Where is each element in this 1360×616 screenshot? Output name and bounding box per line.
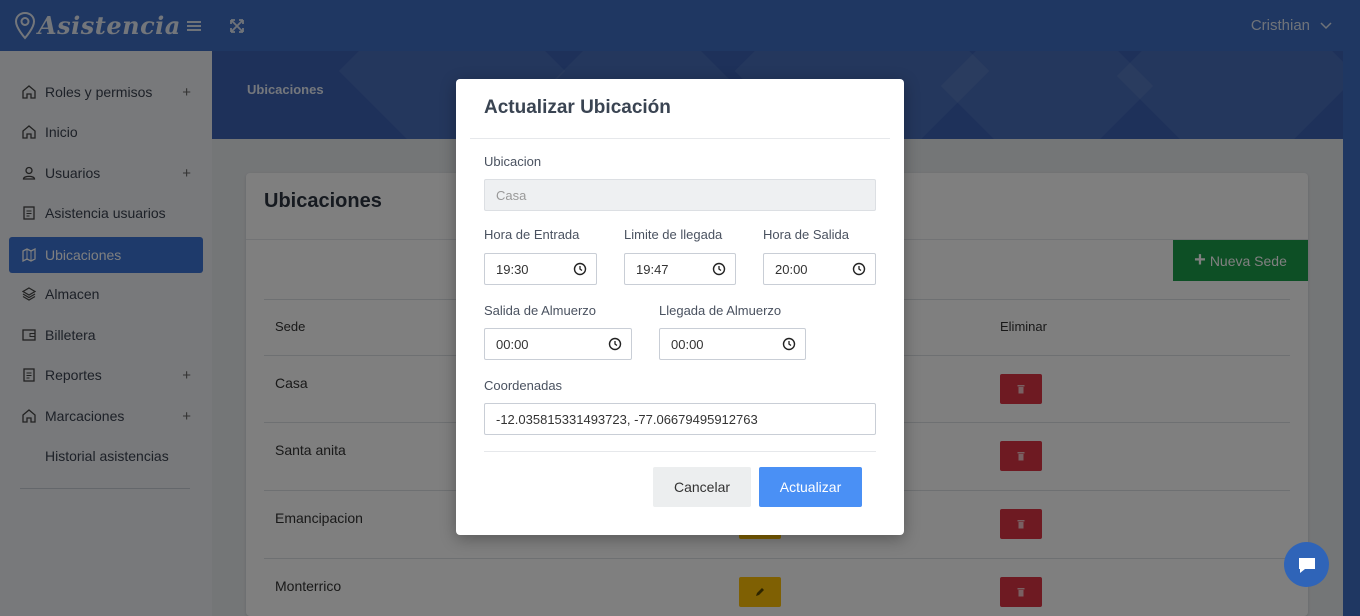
ubicacion-label: Ubicacion: [484, 154, 542, 169]
ubicacion-input: Casa: [484, 179, 876, 211]
clock-icon[interactable]: [573, 262, 587, 276]
chat-bubble-icon: [1298, 557, 1315, 573]
modal-header-divider: [470, 138, 890, 139]
salida-almuerzo-label: Salida de Almuerzo: [484, 303, 597, 318]
hora-entrada-label: Hora de Entrada: [484, 227, 580, 242]
hora-entrada-value: 19:30: [496, 261, 529, 277]
chat-button[interactable]: [1284, 542, 1329, 587]
ubicacion-input-value: Casa: [496, 187, 527, 203]
modal-footer-divider: [484, 451, 876, 452]
hora-entrada-input[interactable]: 19:30: [484, 253, 597, 285]
limite-llegada-label: Limite de llegada: [624, 227, 723, 242]
clock-icon[interactable]: [608, 337, 622, 351]
coordenadas-input[interactable]: -12.035815331493723, -77.06679495912763: [484, 403, 876, 435]
modal-title: Actualizar Ubicación: [484, 97, 671, 118]
llegada-almuerzo-input[interactable]: 00:00: [659, 328, 806, 360]
clock-icon[interactable]: [782, 337, 796, 351]
update-location-modal: Actualizar Ubicación Ubicacion Casa Hora…: [456, 79, 904, 535]
cancel-button[interactable]: Cancelar: [653, 467, 751, 507]
limite-llegada-input[interactable]: 19:47: [624, 253, 736, 285]
coordenadas-label: Coordenadas: [484, 378, 563, 393]
limite-llegada-value: 19:47: [636, 261, 669, 277]
update-button[interactable]: Actualizar: [759, 467, 862, 507]
salida-almuerzo-value: 00:00: [496, 336, 529, 352]
llegada-almuerzo-value: 00:00: [671, 336, 704, 352]
hora-salida-label: Hora de Salida: [763, 227, 849, 242]
hora-salida-value: 20:00: [775, 261, 808, 277]
salida-almuerzo-input[interactable]: 00:00: [484, 328, 632, 360]
clock-icon[interactable]: [712, 262, 726, 276]
hora-salida-input[interactable]: 20:00: [763, 253, 876, 285]
llegada-almuerzo-label: Llegada de Almuerzo: [659, 303, 782, 318]
coordenadas-value: -12.035815331493723, -77.06679495912763: [496, 411, 758, 427]
clock-icon[interactable]: [852, 262, 866, 276]
